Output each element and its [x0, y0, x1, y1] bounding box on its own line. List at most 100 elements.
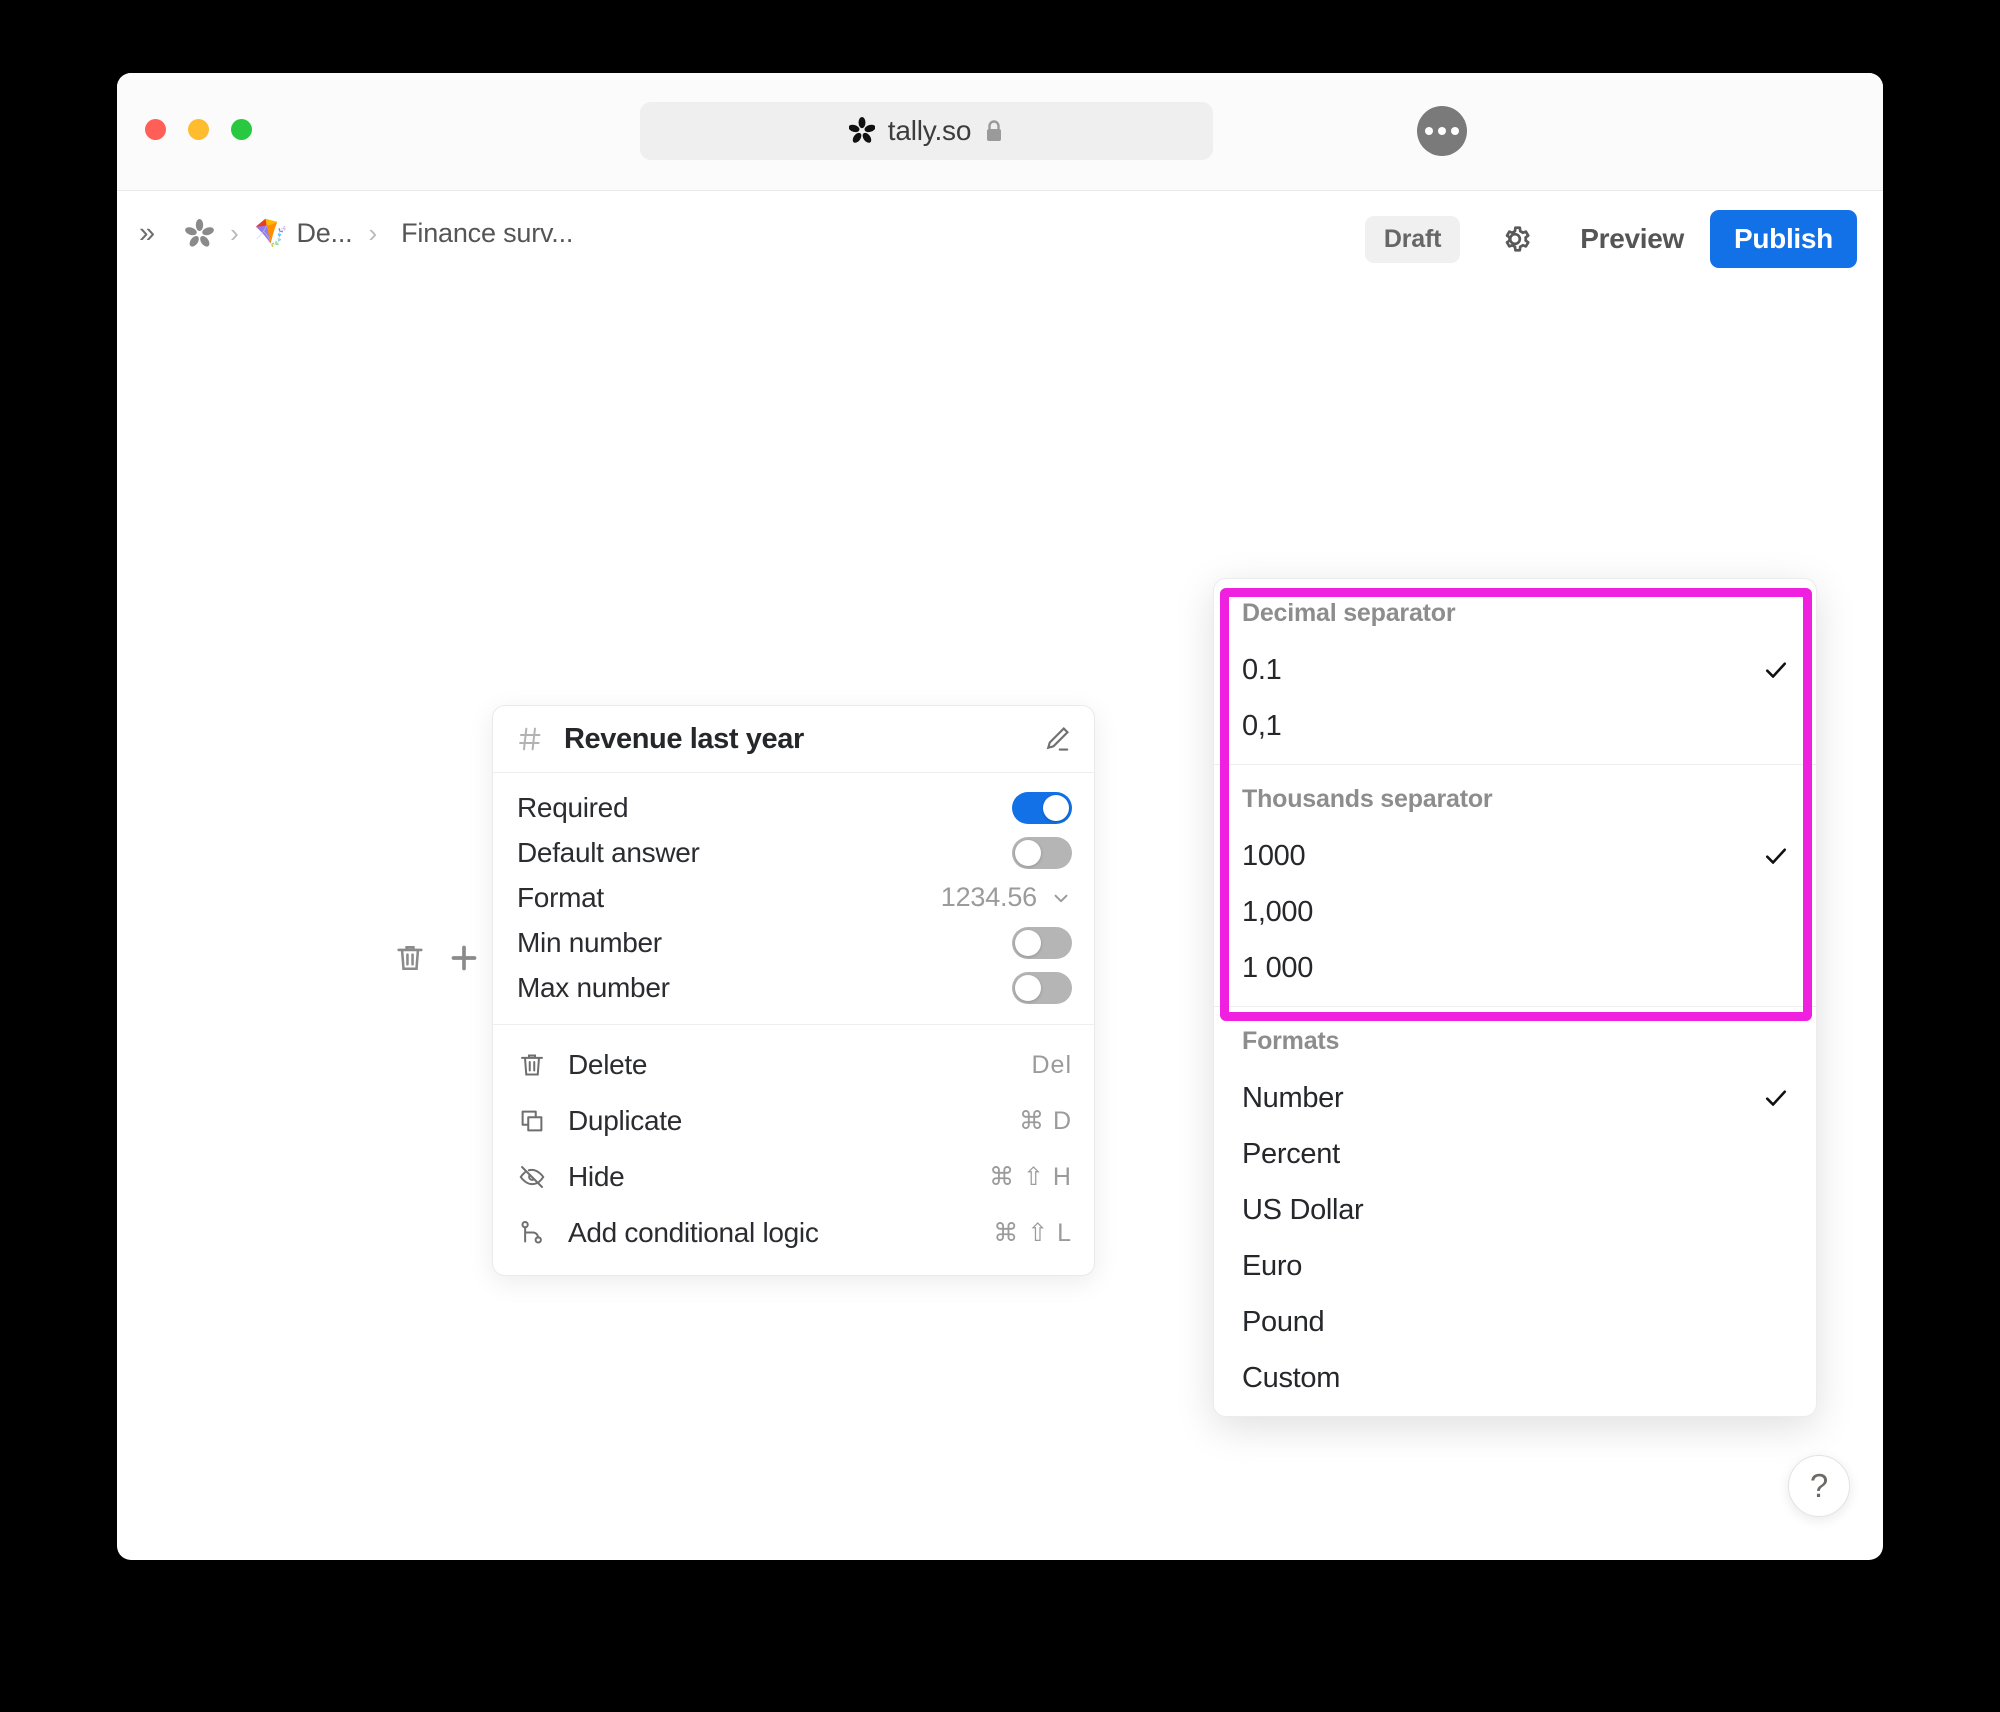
setting-row-required: Required — [493, 785, 1094, 830]
dropdown-option-decimal-comma[interactable]: 0,1 — [1214, 698, 1816, 754]
section-title: Thousands separator — [1242, 785, 1493, 813]
address-bar-text: tally.so — [887, 115, 972, 146]
required-toggle[interactable] — [1012, 791, 1072, 824]
setting-row-format[interactable]: Format 1234.56 — [493, 875, 1094, 920]
question-title[interactable]: Revenue last year — [564, 723, 1042, 756]
copy-icon — [521, 1110, 543, 1132]
chevron-down-icon — [1054, 894, 1068, 902]
dropdown-option-number[interactable]: Number — [1214, 1070, 1816, 1126]
action-item-hide[interactable]: Hide ⌘ ⇧ H — [493, 1149, 1094, 1205]
option-label: 0.1 — [1242, 653, 1282, 686]
minimize-window-button[interactable] — [188, 119, 209, 140]
tally-asterisk-icon — [848, 117, 875, 143]
setting-label: Default answer — [517, 836, 700, 868]
format-dropdown-menu: Decimal separator 0.1 0,1 Thousands sepa… — [1213, 578, 1817, 1417]
dropdown-option-euro[interactable]: Euro — [1214, 1238, 1816, 1294]
option-label: Custom — [1242, 1361, 1341, 1394]
maximize-window-button[interactable] — [231, 119, 252, 140]
action-item-duplicate[interactable]: Duplicate ⌘ D — [493, 1093, 1094, 1149]
option-label: Pound — [1242, 1305, 1325, 1338]
setting-row-max-number: Max number — [493, 965, 1094, 1010]
setting-label: Required — [517, 791, 629, 823]
sidebar-expand-icon[interactable]: » — [139, 217, 185, 250]
action-shortcut: ⌘ D — [1019, 1107, 1072, 1135]
action-label: Hide — [568, 1161, 625, 1192]
trash-icon[interactable] — [393, 941, 427, 975]
action-shortcut: ⌘ ⇧ L — [993, 1219, 1072, 1247]
setting-label: Min number — [517, 926, 662, 958]
dropdown-option-thousands-comma[interactable]: 1,000 — [1214, 884, 1816, 940]
check-icon — [1765, 848, 1787, 864]
publish-button[interactable]: Publish — [1709, 210, 1857, 268]
browser-more-button[interactable] — [1417, 106, 1467, 156]
dropdown-section-formats: Formats Number Percent US Dollar Euro Po… — [1214, 1006, 1816, 1416]
question-settings-list: Required Default answer Format 1234.56 M… — [493, 773, 1094, 1025]
pencil-icon[interactable] — [1042, 724, 1072, 754]
option-label: US Dollar — [1242, 1193, 1364, 1226]
section-title: Decimal separator — [1242, 599, 1456, 627]
breadcrumb: » › 🪁 De... › Finance surv... — [139, 217, 573, 250]
dropdown-option-thousands-space[interactable]: 1 000 — [1214, 940, 1816, 996]
ellipsis-icon — [1425, 127, 1433, 135]
breadcrumb-separator: › — [230, 218, 239, 248]
app-header: » › 🪁 De... › Finance surv... Draft Prev… — [117, 191, 1883, 291]
setting-row-min-number: Min number — [493, 920, 1094, 965]
option-label: Percent — [1242, 1137, 1340, 1170]
setting-row-default-answer: Default answer — [493, 830, 1094, 875]
question-actions-list: Delete Del Duplicate ⌘ D Hide ⌘ ⇧ H Add … — [493, 1025, 1094, 1275]
dropdown-option-us-dollar[interactable]: US Dollar — [1214, 1182, 1816, 1238]
action-shortcut: Del — [1031, 1050, 1072, 1079]
action-label: Duplicate — [568, 1105, 683, 1136]
status-badge: Draft — [1364, 215, 1461, 263]
dropdown-option-percent[interactable]: Percent — [1214, 1126, 1816, 1182]
plus-icon[interactable] — [447, 941, 481, 975]
dropdown-option-custom[interactable]: Custom — [1214, 1350, 1816, 1406]
option-label: 1 000 — [1242, 951, 1314, 984]
action-label: Delete — [568, 1049, 648, 1080]
form-settings-button[interactable] — [1460, 222, 1554, 256]
dropdown-section-thousands-separator: Thousands separator 1000 1,000 1 000 — [1214, 764, 1816, 1006]
option-label: 1000 — [1242, 839, 1306, 872]
question-card-header: Revenue last year — [493, 706, 1094, 773]
action-item-conditional-logic[interactable]: Add conditional logic ⌘ ⇧ L — [493, 1205, 1094, 1261]
trash-icon — [521, 1054, 543, 1076]
format-value: 1234.56 — [940, 882, 1037, 912]
dropdown-option-pound[interactable]: Pound — [1214, 1294, 1816, 1350]
kite-emoji-icon: 🪁 — [254, 218, 289, 248]
help-button[interactable]: ? — [1788, 1455, 1850, 1517]
action-label: Add conditional logic — [568, 1217, 819, 1248]
min-number-toggle[interactable] — [1012, 926, 1072, 959]
tally-home-icon[interactable] — [185, 218, 215, 249]
header-actions: Draft Preview Publish — [1364, 210, 1857, 268]
dropdown-option-decimal-dot[interactable]: 0.1 — [1214, 642, 1816, 698]
setting-label: Max number — [517, 971, 670, 1003]
dropdown-option-thousands-none[interactable]: 1000 — [1214, 828, 1816, 884]
check-icon — [1765, 662, 1787, 678]
ellipsis-icon — [1438, 127, 1446, 135]
option-label: Number — [1242, 1081, 1344, 1114]
browser-window: tally.so » › 🪁 De... › Finance surv... D… — [117, 73, 1883, 1560]
branch-icon — [521, 1221, 542, 1244]
breadcrumb-item-workspace[interactable]: De... — [288, 218, 352, 249]
window-traffic-lights — [145, 119, 252, 140]
address-bar[interactable]: tally.so — [640, 102, 1213, 160]
max-number-toggle[interactable] — [1012, 971, 1072, 1004]
action-shortcut: ⌘ ⇧ H — [989, 1163, 1072, 1191]
gear-icon — [1505, 226, 1530, 252]
action-item-delete[interactable]: Delete Del — [493, 1037, 1094, 1093]
breadcrumb-item-form[interactable]: Finance surv... — [393, 218, 573, 249]
check-icon — [1765, 1090, 1787, 1106]
default-answer-toggle[interactable] — [1012, 836, 1072, 869]
breadcrumb-separator: › — [368, 218, 378, 248]
dropdown-section-decimal-separator: Decimal separator 0.1 0,1 — [1214, 579, 1816, 764]
option-label: 1,000 — [1242, 895, 1314, 928]
setting-label: Format — [517, 881, 604, 913]
preview-button[interactable]: Preview — [1554, 223, 1710, 255]
eye-off-icon — [519, 1166, 545, 1188]
option-label: Euro — [1242, 1249, 1303, 1282]
close-window-button[interactable] — [145, 119, 166, 140]
lock-icon — [987, 120, 1002, 141]
ellipsis-icon — [1451, 127, 1459, 135]
browser-titlebar: tally.so — [117, 73, 1883, 191]
section-title: Formats — [1242, 1027, 1340, 1055]
